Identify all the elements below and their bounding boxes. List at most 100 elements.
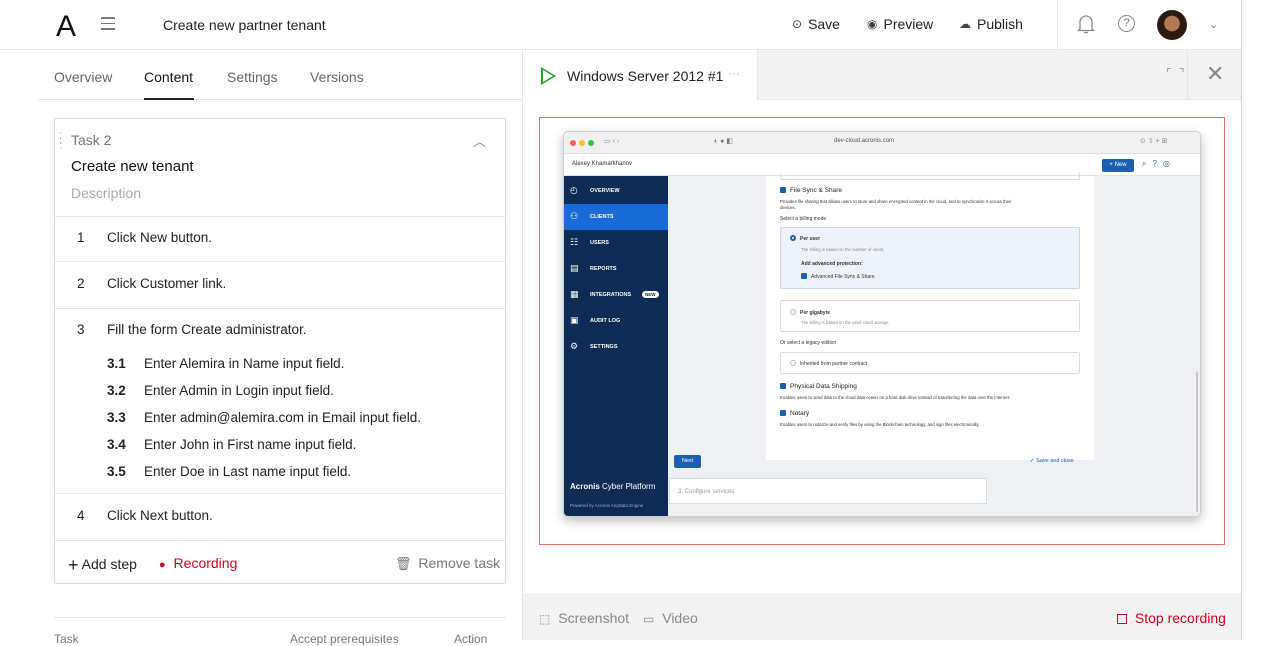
avatar[interactable] (1157, 10, 1187, 40)
option-desc: The billing is based on the number of us… (801, 247, 885, 252)
step-text: Click Next button. (107, 508, 213, 523)
plus-icon: + (68, 555, 79, 575)
substep-number: 3.4 (107, 437, 126, 452)
bell-icon[interactable] (1077, 13, 1095, 35)
divider (55, 308, 505, 309)
address-bar: dev-cloud.acronis.com (834, 138, 895, 144)
tab-overview[interactable]: Overview (54, 69, 112, 85)
browser-chrome: ▭ ‹ › ◐ ● ◧ dev-cloud.acronis.com ⊙ ⇧ + … (564, 132, 1200, 154)
option-label: Per user (800, 236, 821, 242)
add-step-label: Add step (81, 556, 137, 572)
publish-label: Publish (977, 16, 1023, 32)
new-badge: NEW (642, 291, 659, 298)
save-button[interactable]: ⊙ Save (792, 16, 840, 32)
checkbox-checked-icon (780, 383, 786, 389)
trash-icon: 🗑 (395, 556, 412, 571)
chevron-up-icon[interactable]: ︿ (473, 131, 486, 150)
option-desc: Enables users to notarize and verify fil… (780, 422, 980, 427)
embedded-content: File Sync & Share Provides file sharing … (668, 172, 1200, 516)
remove-task-label: Remove task (418, 555, 501, 571)
nav-label: CLIENTS (590, 214, 614, 220)
step-number: 3 (77, 322, 85, 337)
task-description-field[interactable]: Description (71, 185, 141, 201)
option-label: Advanced File Sync & Share (811, 274, 875, 280)
more-icon[interactable]: ··· (728, 66, 740, 80)
adv-fss-option: Advanced File Sync & Share (801, 273, 875, 280)
record-dot-icon: ● (159, 559, 166, 571)
users-icon: ☷ (570, 237, 579, 247)
step-number: 2 (77, 276, 85, 291)
recording-label: Recording (173, 555, 238, 571)
option-label: Inherited from partner contract (800, 361, 868, 367)
option-desc: Enables users to send data to the cloud … (780, 395, 1011, 400)
legacy-label: Or select a legacy edition (780, 340, 837, 346)
menu-icon[interactable] (101, 17, 115, 34)
brand-rest: Cyber Platform (599, 482, 656, 491)
brand-logo: Acronis Cyber Platform (570, 482, 655, 491)
checkbox-checked-icon (780, 410, 786, 416)
stop-recording-button[interactable]: Stop recording (1117, 610, 1226, 626)
powered-by: Powered by Acronis AnyData Engine (570, 503, 644, 508)
browser-actions-icon: ⊙ ⇧ + ⊞ (1140, 138, 1168, 145)
tab-content[interactable]: Content (144, 69, 193, 85)
checkbox-checked-icon (780, 187, 786, 193)
session-tab-label: Windows Server 2012 #1 (567, 68, 724, 84)
substep-text: Enter Admin in Login input field. (144, 383, 334, 398)
nav-clients: ⚇ CLIENTS (564, 204, 668, 230)
screenshot-button[interactable]: ⬚ Screenshot (539, 610, 629, 626)
per-user-option: Per user (790, 235, 820, 242)
publish-button[interactable]: ☁ Publish (959, 16, 1023, 32)
cut-label-action: Action (454, 632, 488, 646)
adv-protection-label: Add advanced protection: (801, 261, 863, 267)
play-icon[interactable] (541, 67, 556, 85)
drag-handle-icon[interactable]: ⁚ ⁚ ⁚ (59, 132, 62, 152)
app-logo[interactable]: A (56, 10, 76, 44)
task-title[interactable]: Create new tenant (71, 158, 194, 175)
substep-number: 3.5 (107, 464, 126, 479)
panel-divider (522, 50, 523, 640)
nav-reports: ▤ REPORTS (564, 256, 668, 282)
fullscreen-icon[interactable]: ⌜ ⌝ (1166, 66, 1187, 80)
tab-settings[interactable]: Settings (227, 69, 278, 85)
chevron-down-icon[interactable]: ⌄ (1209, 18, 1218, 31)
substep-number: 3.3 (107, 410, 126, 425)
field-box (780, 172, 1080, 180)
substep-text: Enter Doe in Last name input field. (144, 464, 352, 479)
video-button[interactable]: ▭ Video (643, 610, 698, 626)
close-icon[interactable]: ✕ (1206, 61, 1224, 87)
nav-label: SETTINGS (590, 344, 618, 350)
nav-settings: ⚙ SETTINGS (564, 334, 668, 360)
substep-number: 3.2 (107, 383, 126, 398)
divider (55, 261, 505, 262)
screenshot-icon: ⬚ (539, 612, 551, 626)
task-label: Task 2 (71, 132, 112, 148)
nav-overview: ◴ OVERVIEW (564, 178, 668, 204)
help-icon[interactable]: ? (1118, 15, 1135, 32)
radio-icon (790, 309, 796, 315)
active-tab-indicator (144, 98, 194, 100)
remote-screen[interactable]: ▭ ‹ › ◐ ● ◧ dev-cloud.acronis.com ⊙ ⇧ + … (563, 131, 1201, 517)
divider (1187, 50, 1188, 100)
billing-mode-label: Select a billing mode (780, 216, 827, 222)
user-name: Alexey Khamarkhanov (572, 161, 633, 167)
session-tab[interactable]: Windows Server 2012 #1 ··· (523, 50, 758, 100)
divider (55, 493, 505, 494)
stop-recording-label: Stop recording (1134, 610, 1226, 626)
step-text: Click New button. (107, 230, 213, 245)
nav-label: OVERVIEW (590, 188, 620, 194)
remove-task-button[interactable]: 🗑 Remove task (395, 555, 500, 572)
cut-label-prereq: Accept prerequisites (290, 632, 399, 646)
divider (54, 617, 506, 618)
tab-versions[interactable]: Versions (310, 69, 364, 85)
recording-indicator[interactable]: ● Recording (159, 555, 237, 571)
cut-label-task: Task (54, 632, 79, 646)
preview-button[interactable]: ◉ Preview (867, 16, 933, 32)
nav-label: USERS (590, 240, 609, 246)
divider (55, 216, 505, 217)
add-step-button[interactable]: + Add step (68, 555, 137, 576)
clients-icon: ⚇ (570, 211, 579, 221)
substep-text: Enter Alemira in Name input field. (144, 356, 345, 371)
new-button: + New (1102, 159, 1134, 172)
configure-services-step: 3. Configure services (669, 478, 987, 504)
notary-option: Notary (780, 410, 809, 417)
